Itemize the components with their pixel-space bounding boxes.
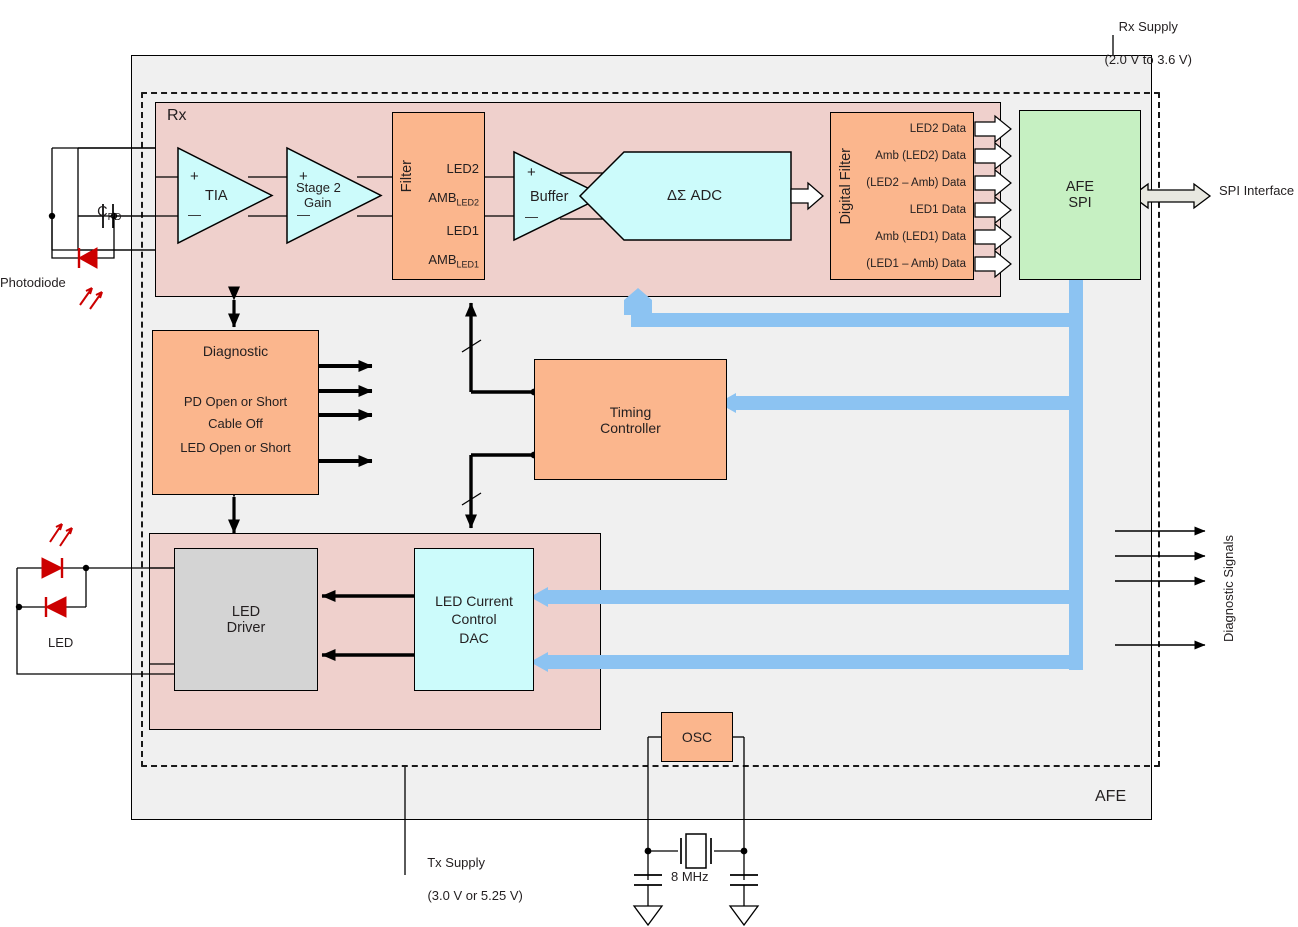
tia-minus-sign: — bbox=[188, 207, 201, 222]
digital-filter-output-4: Amb (LED1) Data bbox=[875, 231, 966, 243]
oscillator-network bbox=[632, 736, 760, 927]
led-driver-line2: Driver bbox=[226, 619, 266, 636]
timing-controller-line1: Timing bbox=[609, 403, 652, 420]
stage2-label-line2: Gain bbox=[304, 195, 332, 210]
stage2-label-line1: Stage 2 bbox=[296, 180, 341, 195]
rx-supply-label: Rx Supply (2.0 V to 3.6 V) bbox=[1066, 3, 1216, 84]
diagnostic-item-1: Cable Off bbox=[208, 416, 263, 431]
digital-filter-label: Digital Filter bbox=[838, 148, 854, 225]
diagnostic-title: Diagnostic bbox=[202, 343, 269, 359]
crystal-frequency-label: 8 MHz bbox=[671, 869, 709, 884]
osc-label: OSC bbox=[681, 729, 713, 745]
diagnostic-signals-arrows bbox=[1115, 526, 1206, 650]
rx-supply-name: Rx Supply bbox=[1118, 19, 1178, 35]
led-network bbox=[15, 523, 174, 675]
afe-block-diagram: Rx Filter LED2 AMBLED2 LED1 AMBLED1 + — … bbox=[0, 0, 1298, 927]
digital-filter-output-0: LED2 Data bbox=[909, 123, 966, 135]
tx-supply-range: (3.0 V or 5.25 V) bbox=[427, 887, 523, 903]
adc-label: ΔΣ ADC bbox=[667, 187, 723, 204]
led-dac-to-driver-arrows bbox=[321, 590, 414, 661]
timing-controller-line2: Controller bbox=[600, 419, 661, 436]
led-dac-line2: Control bbox=[451, 611, 497, 628]
filter-port-amb-led1: AMBLED1 bbox=[428, 252, 479, 270]
afe-chip-label: AFE bbox=[1095, 788, 1127, 805]
photodiode-label: Photodiode bbox=[0, 275, 66, 290]
timing-controller-label: Timing Controller bbox=[534, 359, 727, 480]
led-dac-line1: LED Current bbox=[435, 592, 513, 609]
tia-plus-sign: + bbox=[190, 168, 199, 185]
timing-controller-wires bbox=[461, 302, 538, 529]
digital-filter-output-2: (LED2 – Amb) Data bbox=[866, 177, 966, 189]
tx-supply-name: Tx Supply bbox=[427, 855, 486, 871]
led-label: LED bbox=[48, 635, 74, 650]
spi-interface-label: SPI Interface bbox=[1219, 183, 1295, 198]
afe-spi-line2: SPI bbox=[1068, 195, 1092, 211]
led-driver-line1: LED bbox=[231, 603, 261, 620]
buffer-label: Buffer bbox=[530, 189, 569, 205]
led-driver-leads bbox=[149, 567, 174, 665]
filter-buffer-wires bbox=[485, 176, 514, 217]
tia-label: TIA bbox=[205, 188, 228, 204]
spi-interface-arrow bbox=[1130, 182, 1212, 210]
rx-supply-range: (2.0 V to 3.6 V) bbox=[1104, 51, 1192, 67]
led-current-control-dac-label: LED Current Control DAC bbox=[414, 548, 534, 691]
diagnostic-item-2: LED Open or Short bbox=[180, 440, 291, 455]
digital-filter-output-3: LED1 Data bbox=[909, 204, 966, 216]
buffer-minus-sign: — bbox=[525, 209, 538, 224]
diagnostic-output-arrows bbox=[319, 360, 373, 467]
diagnostic-item-0: PD Open or Short bbox=[183, 394, 288, 409]
digital-filter-output-5: (LED1 – Amb) Data bbox=[866, 258, 966, 270]
led-driver-label: LED Driver bbox=[174, 548, 318, 691]
cpd-label: CPD bbox=[97, 204, 122, 224]
led-dac-line3: DAC bbox=[459, 629, 489, 646]
digital-filter-output-arrows bbox=[974, 114, 1012, 279]
diagnostic-signals-label: Diagnostic Signals bbox=[1221, 535, 1236, 642]
afe-spi-label: AFE SPI bbox=[1019, 110, 1141, 280]
buffer-plus-sign: + bbox=[527, 164, 536, 181]
digital-filter-output-1: Amb (LED2) Data bbox=[875, 150, 966, 162]
afe-spi-line1: AFE bbox=[1065, 179, 1095, 195]
tx-supply-label: Tx Supply (3.0 V or 5.25 V) bbox=[413, 839, 523, 920]
